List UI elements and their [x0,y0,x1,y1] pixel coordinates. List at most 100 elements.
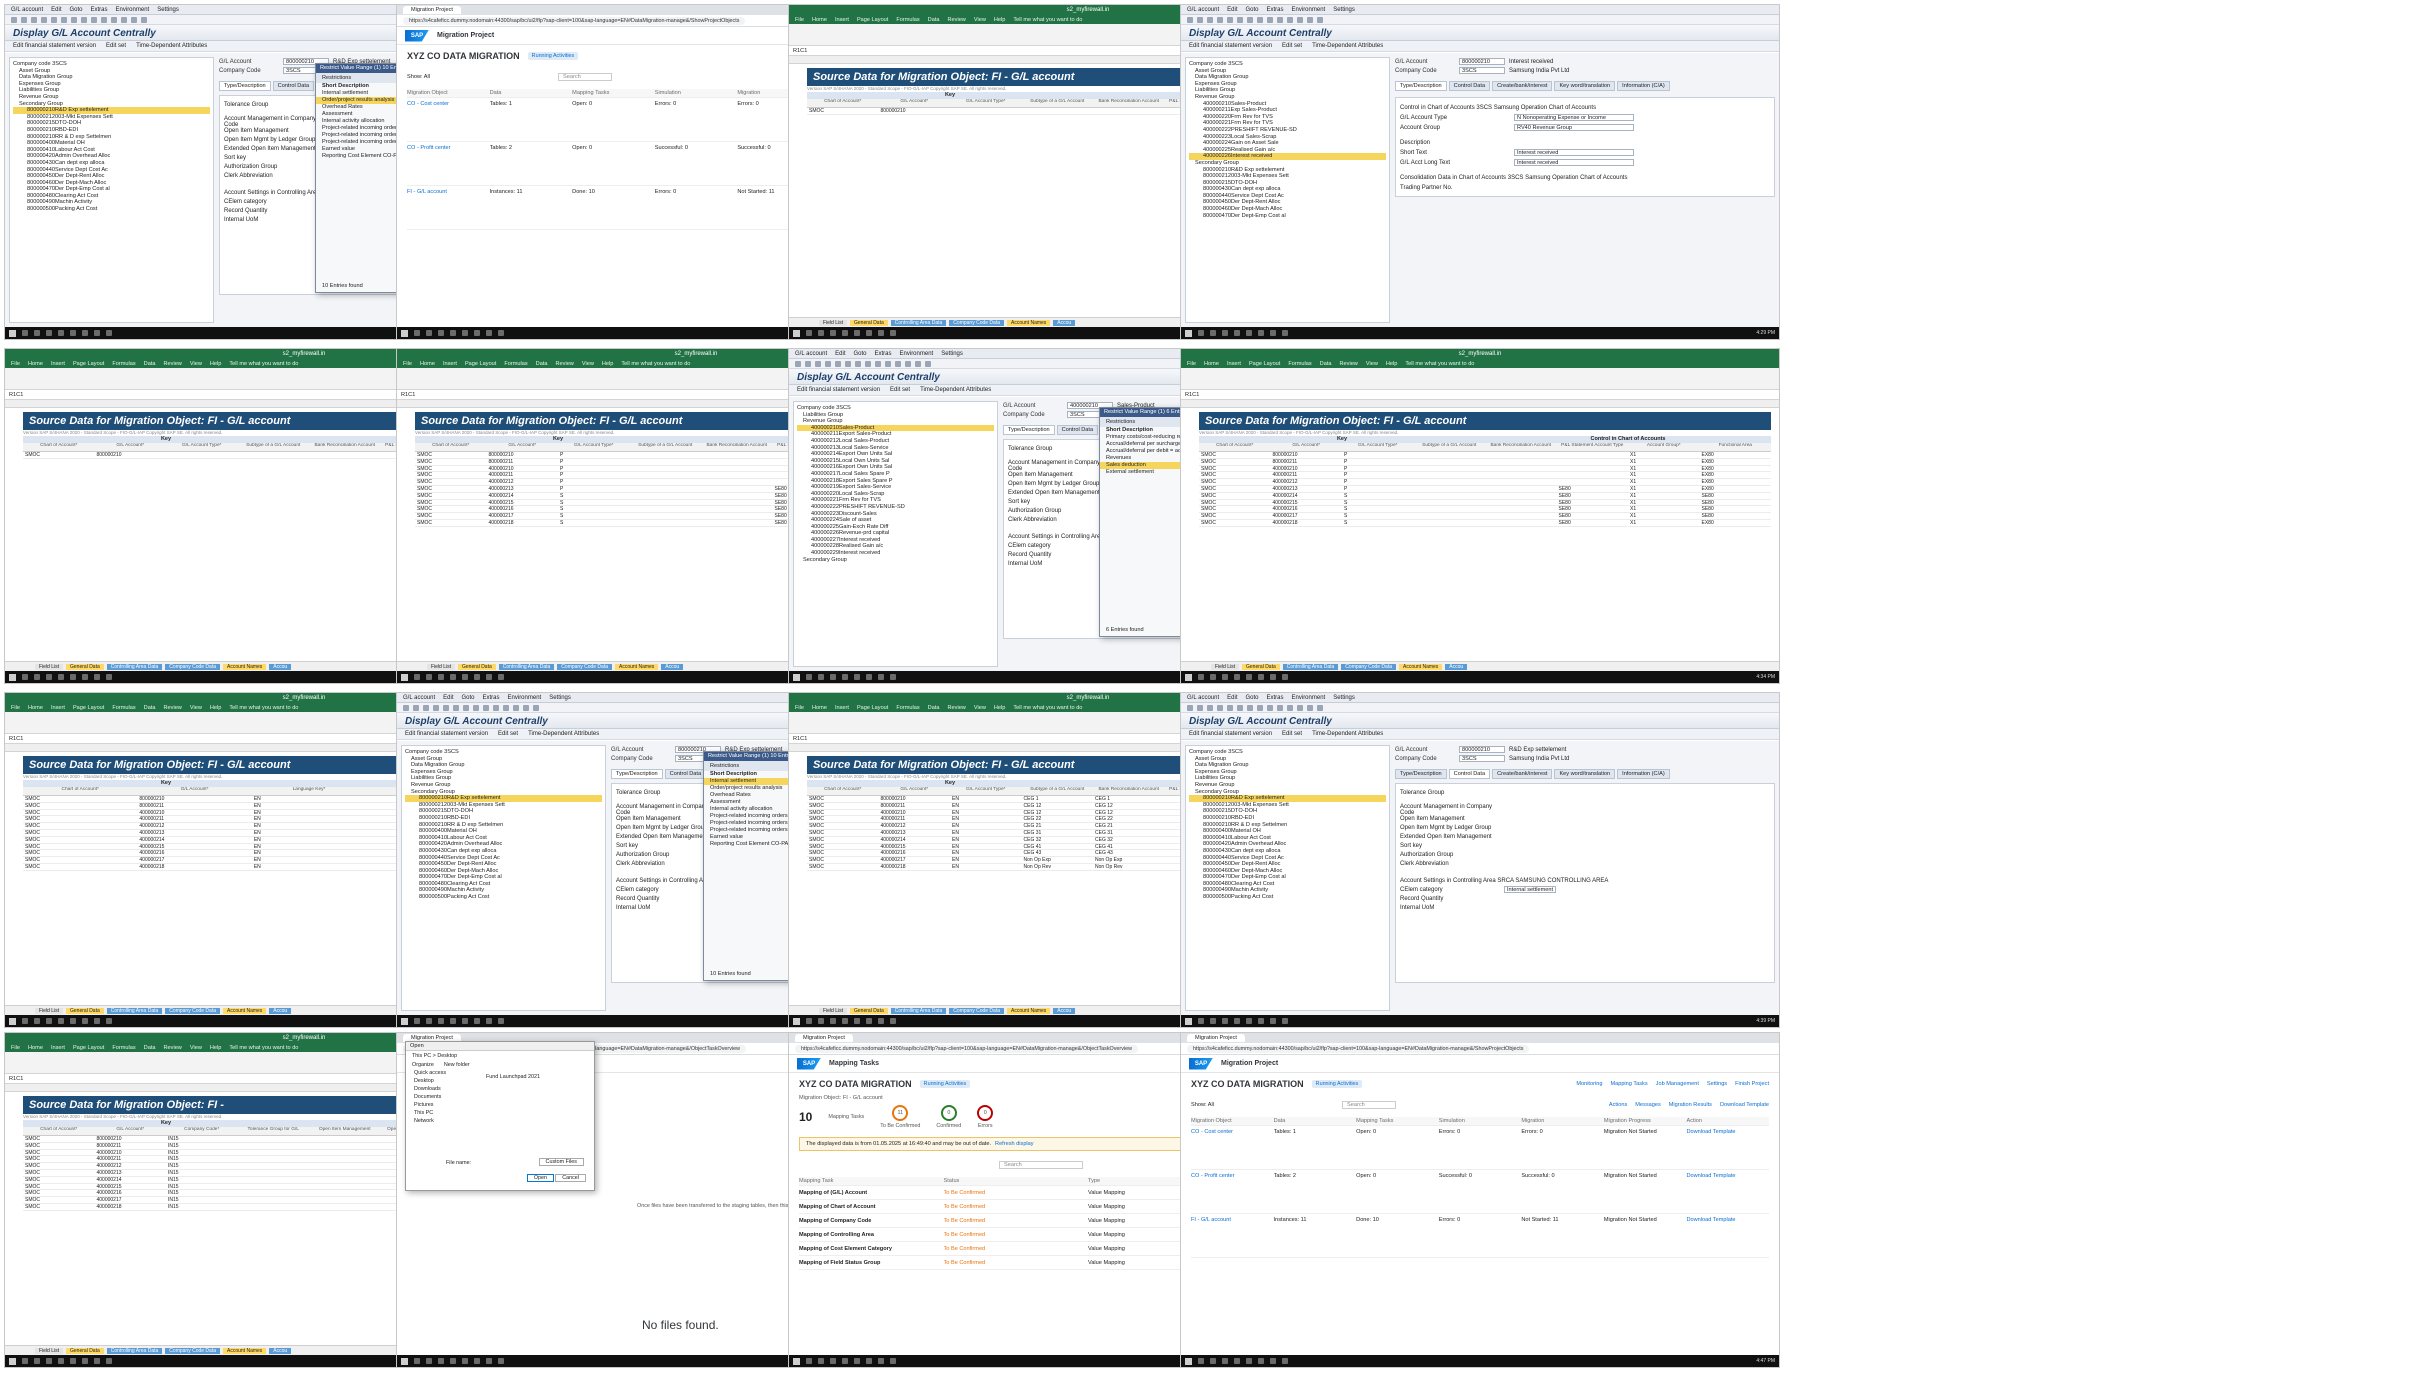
tree-node[interactable]: 800000215DTO-DOH [1189,808,1386,815]
table-cell[interactable] [309,1163,381,1169]
taskbar-app-icon[interactable] [878,674,884,680]
tree-node[interactable]: 800000440Service Dept Cost Ac [405,855,602,862]
toolbar-icon[interactable] [1237,704,1243,711]
app-toolbar-button[interactable]: Time-Dependent Attributes [920,387,991,393]
taskbar-app-icon[interactable] [438,1358,444,1364]
tree-node[interactable]: 400000228Realised Gain a/c [797,543,994,550]
toolbar-icon[interactable] [805,360,811,367]
ribbon-tab[interactable]: Help [602,361,614,367]
tree-node[interactable]: 800000212003-Mkt Expenses Sett [1189,802,1386,809]
table-cell[interactable]: SMOC [23,1204,95,1210]
taskbar-app-icon[interactable] [34,330,40,336]
toolbar-icon[interactable] [835,360,841,367]
taskbar-app-icon[interactable] [1258,674,1264,680]
sheet-tab[interactable]: Field List [1211,663,1240,670]
table-cell[interactable] [238,1190,310,1196]
taskbar-app-icon[interactable] [1258,1018,1264,1024]
app-toolbar-button[interactable]: Edit financial statement version [13,43,96,49]
table-cell[interactable]: 400000212 [1271,479,1343,485]
table-cell[interactable]: SMOC [1199,486,1271,492]
tree-node[interactable]: Secondary Group [13,101,210,108]
sheet-tab[interactable]: Company Code Data [1341,663,1396,670]
table-cell[interactable] [701,479,773,485]
tree-node[interactable]: 800000420Admin Overhead Alloc [13,153,210,160]
table-cell[interactable] [630,520,702,526]
tab[interactable]: Type/Description [1395,769,1447,779]
taskbar-app-icon[interactable] [106,674,112,680]
table-row[interactable]: CO - Cost center Tables: 1 Open: 0 Errors: … [1191,1126,1769,1170]
tree-node[interactable]: Company code 3SCS [1189,61,1386,68]
table-cell[interactable]: 400000218 [487,520,559,526]
table-cell[interactable]: Non Op Rev [1093,864,1165,870]
ribbon-tab[interactable]: Tell me what you want to do [621,361,690,367]
table-cell[interactable] [1485,459,1557,465]
tree-node[interactable]: 800000490Machin Activity [1189,887,1386,894]
table-cell[interactable]: P [1342,459,1414,465]
table-cell[interactable] [238,1156,310,1162]
taskbar-app-icon[interactable] [486,1358,492,1364]
taskbar-app-icon[interactable] [1234,330,1240,336]
table-cell[interactable]: EX80 [1700,459,1772,465]
table-cell[interactable]: SMOC [415,486,487,492]
table-cell[interactable]: 800000211 [137,803,251,809]
menu-item[interactable]: Edit [1227,7,1237,13]
windows-start-icon[interactable] [401,1357,408,1365]
toolbar-icon[interactable] [1207,704,1213,711]
table-cell[interactable] [1414,513,1486,519]
table-cell[interactable]: CEG 32 [1022,837,1094,843]
table-cell[interactable]: X1 [1628,520,1700,526]
file-entry[interactable]: Fund Launchpad 2021 [486,1074,540,1080]
toolbar-icon[interactable] [1317,704,1323,711]
table-cell[interactable]: SMOC [23,1170,95,1176]
table-cell[interactable]: 400000217 [487,513,559,519]
taskbar-app-icon[interactable] [414,674,420,680]
tree-node[interactable]: 800000440Service Dept Cost Ac [13,167,210,174]
tree-node[interactable]: 400000214Export Own Units Sal [797,451,994,458]
table-cell[interactable]: Non Op Exp [1022,857,1094,863]
ribbon-tab[interactable]: Formulas [1288,361,1311,367]
table-cell[interactable]: IN15 [166,1204,238,1210]
tree-node[interactable]: 800000470Der Dept-Emp Cost al [1189,213,1386,220]
table-cell[interactable]: SMOC [23,864,137,870]
ribbon-tab[interactable]: Help [1386,361,1398,367]
toolbar-icon[interactable] [533,704,539,711]
ribbon-tab[interactable]: Page Layout [1249,361,1280,367]
migration-object-link[interactable]: CO - Profit center [407,145,490,151]
table-cell[interactable]: CEG 43 [1022,850,1094,856]
ribbon-tab[interactable]: Review [164,361,182,367]
tree-node[interactable]: Liabilities Group [405,775,602,782]
menu-item[interactable]: Extras [875,351,892,357]
toolbar-icon[interactable] [1187,704,1193,711]
company-code-field[interactable]: 3SCS [1459,67,1505,74]
table-cell[interactable] [1022,108,1094,114]
table-cell[interactable]: 800000211 [487,459,559,465]
sheet-tab[interactable]: Accou [269,663,292,670]
table-cell[interactable]: 400000215 [137,844,251,850]
taskbar-app-icon[interactable] [1246,674,1252,680]
toolbar-icon[interactable] [483,704,489,711]
taskbar-app-icon[interactable] [830,330,836,336]
taskbar-app-icon[interactable] [1270,674,1276,680]
header-action[interactable]: Monitoring [1576,1081,1602,1087]
migration-object-link[interactable]: FI - G/L account [407,189,490,195]
tab[interactable]: Type/Description [611,769,663,779]
toolbar-icon[interactable] [1257,704,1263,711]
windows-start-icon[interactable] [793,1017,800,1025]
table-cell[interactable]: EX80 [1700,472,1772,478]
ribbon-tab[interactable]: Help [210,705,222,711]
table-cell[interactable] [1485,513,1557,519]
table-cell[interactable]: CEG 1 [1022,796,1094,802]
sheet-tab[interactable]: Account Names [615,663,659,670]
taskbar-app-icon[interactable] [1282,1018,1288,1024]
table-cell[interactable] [166,452,238,458]
table-cell[interactable] [309,1177,381,1183]
table-cell[interactable]: P [558,452,630,458]
ribbon-tab[interactable]: Tell me what you want to do [1013,17,1082,23]
taskbar-app-icon[interactable] [82,674,88,680]
taskbar-app-icon[interactable] [1246,330,1252,336]
windows-start-icon[interactable] [401,329,408,337]
table-cell[interactable] [1414,486,1486,492]
sap-logo[interactable]: SAP [1189,1057,1213,1070]
url-field[interactable]: https://s4cafeficc.dummy.nodomain:44300/… [1187,1044,1530,1053]
table-cell[interactable] [1414,500,1486,506]
